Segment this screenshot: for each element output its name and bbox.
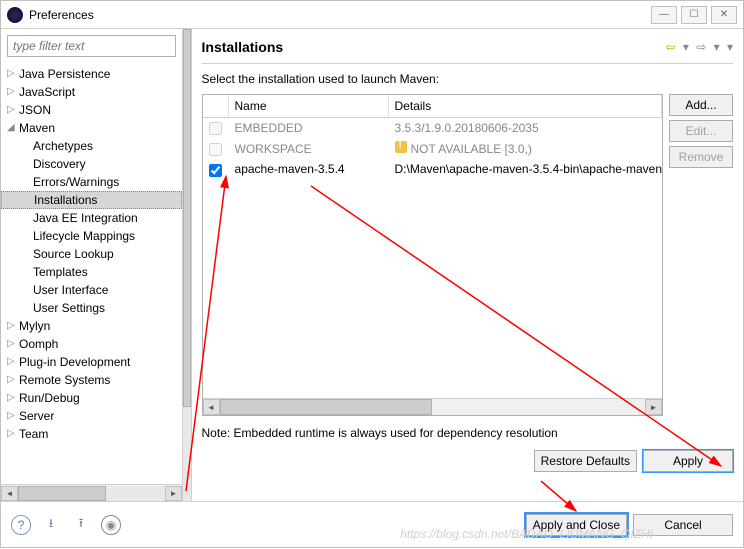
nav-icons: ⇦ ▾ ⇨ ▾ ▾ [661,40,733,54]
apply-close-button[interactable]: Apply and Close [526,514,627,536]
tree-item[interactable]: User Interface [1,281,182,299]
tree-item[interactable]: Templates [1,263,182,281]
note-text: Note: Embedded runtime is always used fo… [202,416,733,450]
tree-item[interactable]: Discovery [1,155,182,173]
tree-item[interactable]: Lifecycle Mappings [1,227,182,245]
restore-defaults-button[interactable]: Restore Defaults [534,450,637,472]
scroll-left-icon[interactable]: ◄ [203,399,220,415]
tree-item[interactable]: ▷Remote Systems [1,371,182,389]
filter-input[interactable] [7,35,176,57]
sidebar-vscroll[interactable] [183,29,192,501]
col-name[interactable]: Name [229,95,389,117]
scroll-left-icon[interactable]: ◄ [1,486,18,501]
warning-icon [395,141,407,153]
instruction-text: Select the installation used to launch M… [202,64,733,94]
export-icon[interactable]: ⭱ [71,515,91,535]
tree-item[interactable]: Errors/Warnings [1,173,182,191]
menu-icon[interactable]: ▾ [727,40,733,54]
tree-item[interactable]: Archetypes [1,137,182,155]
row-checkbox[interactable] [209,164,222,177]
tree-item[interactable]: ◢Maven [1,119,182,137]
tree-item[interactable]: User Settings [1,299,182,317]
tree-item[interactable]: ▷JSON [1,101,182,119]
row-checkbox [209,122,222,135]
tree-item[interactable]: Java EE Integration [1,209,182,227]
row-details: NOT AVAILABLE [3.0,) [389,141,662,156]
tree-item[interactable]: Source Lookup [1,245,182,263]
import-icon[interactable]: ⭳ [41,515,61,535]
sidebar: ▷Java Persistence▷JavaScript▷JSON◢MavenA… [1,29,183,501]
minimize-button[interactable]: — [651,6,677,24]
footer: ? ⭳ ⭱ ◉ Apply and Close Cancel [1,501,743,547]
sidebar-hscroll[interactable]: ◄ ► [1,484,182,501]
row-details: D:\Maven\apache-maven-3.5.4-bin\apache-m… [389,162,662,176]
row-name: apache-maven-3.5.4 [229,162,389,176]
table-row[interactable]: WORKSPACENOT AVAILABLE [3.0,) [203,138,662,159]
table-header: Name Details [203,95,662,118]
cancel-button[interactable]: Cancel [633,514,733,536]
tree-item[interactable]: ▷Java Persistence [1,65,182,83]
tree-item[interactable]: ▷Server [1,407,182,425]
row-name: EMBEDDED [229,121,389,135]
tree-item[interactable]: ▷Oomph [1,335,182,353]
maximize-button[interactable]: ☐ [681,6,707,24]
tree-item[interactable]: ▷Mylyn [1,317,182,335]
tree-item[interactable]: ▷Team [1,425,182,443]
tree-item[interactable]: ▷Plug-in Development [1,353,182,371]
row-checkbox [209,143,222,156]
table-row[interactable]: apache-maven-3.5.4D:\Maven\apache-maven-… [203,159,662,179]
scroll-right-icon[interactable]: ► [165,486,182,501]
remove-button: Remove [669,146,733,168]
close-button[interactable]: ✕ [711,6,737,24]
edit-button: Edit... [669,120,733,142]
add-button[interactable]: Add... [669,94,733,116]
col-details[interactable]: Details [389,95,662,117]
installations-table: Name Details EMBEDDED3.5.3/1.9.0.2018060… [202,94,663,416]
back-icon[interactable]: ⇦ [665,40,675,54]
table-hscroll[interactable]: ◄ ► [203,398,662,415]
page-heading: Installations [202,39,662,55]
forward-icon[interactable]: ⇨ [696,40,706,54]
forward-menu-icon[interactable]: ▾ [714,40,720,54]
window-title: Preferences [29,8,94,22]
table-row[interactable]: EMBEDDED3.5.3/1.9.0.20180606-2035 [203,118,662,138]
app-icon [7,7,23,23]
preferences-tree[interactable]: ▷Java Persistence▷JavaScript▷JSON◢MavenA… [1,63,182,484]
row-details: 3.5.3/1.9.0.20180606-2035 [389,121,662,135]
back-menu-icon[interactable]: ▾ [683,40,689,54]
tree-item[interactable]: ▷JavaScript [1,83,182,101]
row-name: WORKSPACE [229,142,389,156]
tree-item[interactable]: ▷Run/Debug [1,389,182,407]
record-icon[interactable]: ◉ [101,515,121,535]
titlebar: Preferences — ☐ ✕ [1,1,743,29]
help-icon[interactable]: ? [11,515,31,535]
apply-button[interactable]: Apply [643,450,733,472]
tree-item[interactable]: Installations [1,191,182,209]
scroll-right-icon[interactable]: ► [645,399,662,415]
